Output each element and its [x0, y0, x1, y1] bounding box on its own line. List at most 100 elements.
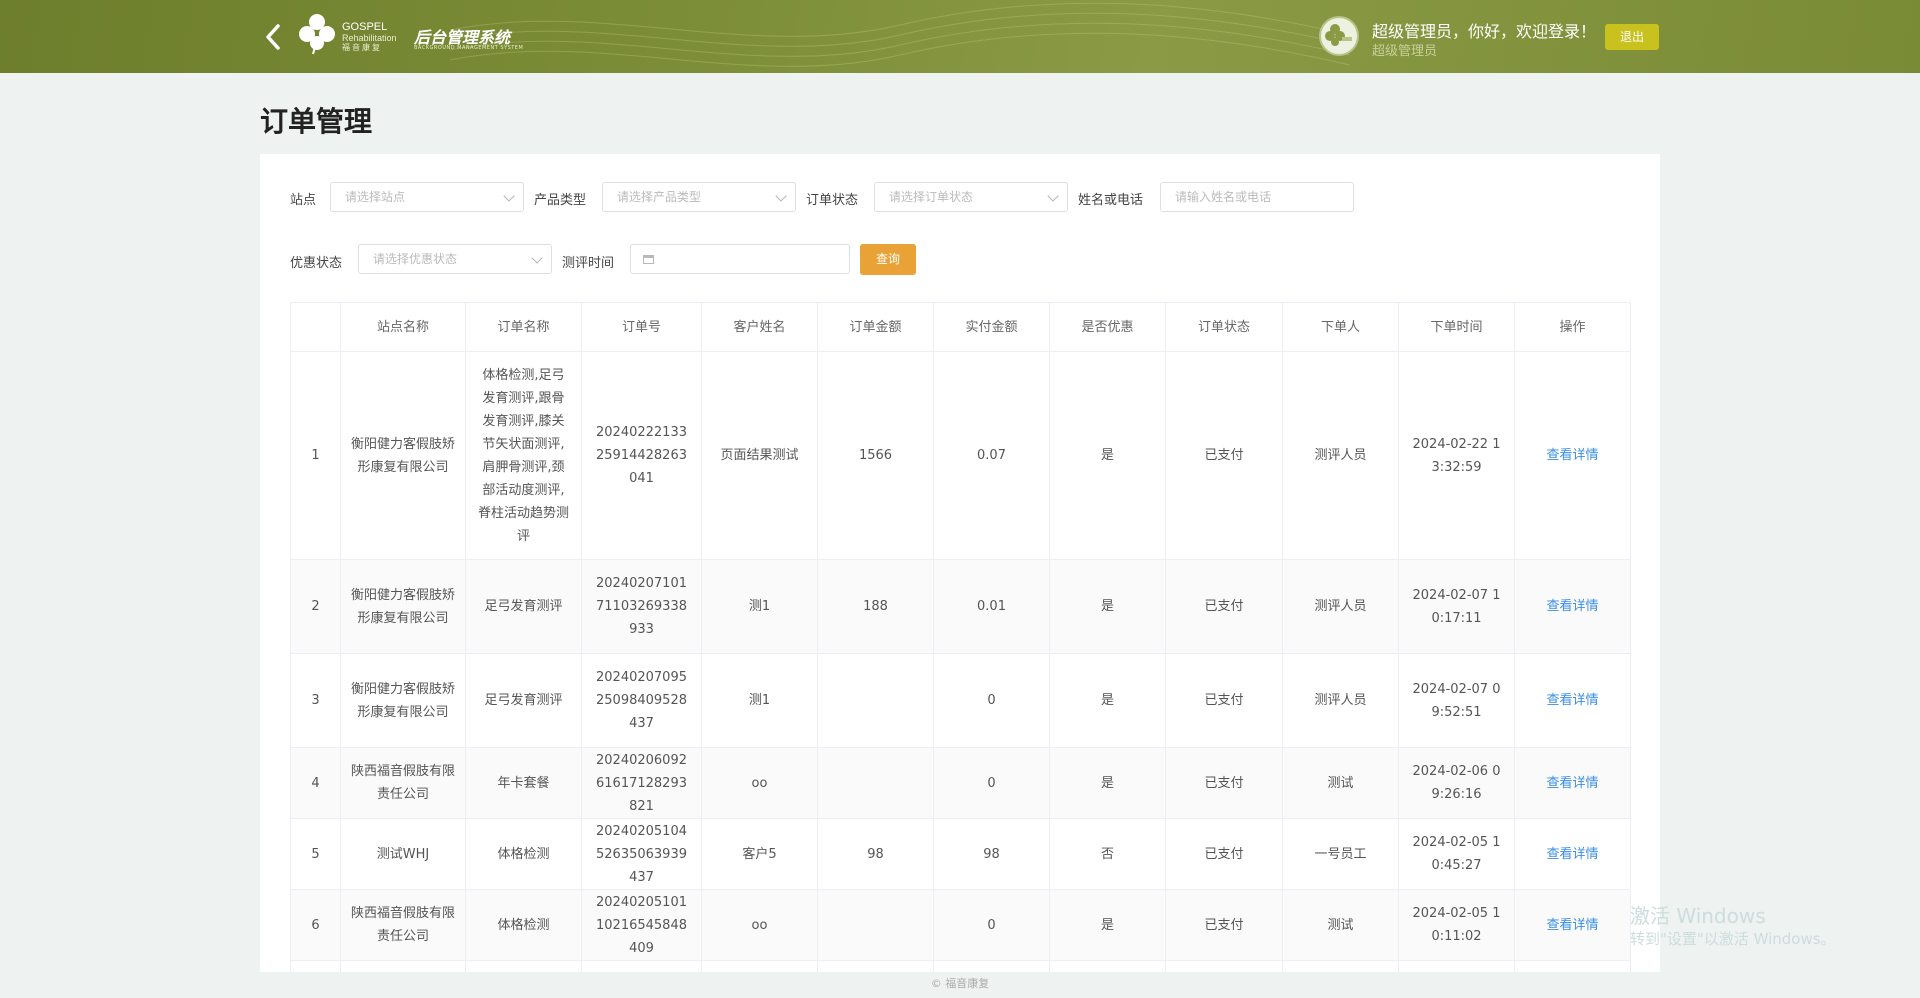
- discount-cell: 是: [1049, 889, 1166, 961]
- product-type-placeholder: 请选择产品类型: [617, 190, 702, 204]
- row-number: 6: [290, 889, 341, 961]
- paid-cell: 0: [933, 747, 1050, 819]
- view-details-link[interactable]: 查看详情: [1514, 818, 1631, 890]
- view-details-link[interactable]: 查看详情: [1514, 653, 1631, 748]
- site-name-cell: 陕西福音假肢有限责任公司: [340, 747, 466, 819]
- table-header-row: 站点名称 订单名称 订单号 客户姓名 订单金额 实付金额 是否优惠 订单状态 下…: [290, 302, 1631, 352]
- order-no-cell: 2024020710171103269338933: [581, 559, 702, 654]
- order-no-cell: 2024020709525098409528437: [581, 653, 702, 748]
- site-select-placeholder: 请选择站点: [345, 190, 406, 204]
- paid-cell: 0: [933, 653, 1050, 748]
- time-cell: 2024-02-07 09:52:51: [1398, 653, 1515, 748]
- column-header: 订单名称: [465, 302, 582, 352]
- column-header: 操作: [1514, 302, 1631, 352]
- order-no-cell: 2024022213325914428263041: [581, 351, 702, 560]
- row-number: 4: [290, 747, 341, 819]
- customer-cell: 测1: [701, 653, 818, 748]
- chevron-down-icon: [775, 190, 787, 202]
- view-details-link[interactable]: 查看详情: [1514, 889, 1631, 961]
- clover-logo-icon: [299, 14, 335, 54]
- orders-table: 站点名称 订单名称 订单号 客户姓名 订单金额 实付金额 是否优惠 订单状态 下…: [290, 302, 1631, 972]
- site-name-cell: 陕西福音假肢有限责任公司: [340, 889, 466, 961]
- table-row: 3 衡阳健力客假肢矫形康复有限公司 足弓发育测评 202402070952509…: [290, 653, 1631, 748]
- logout-button[interactable]: 退出: [1605, 24, 1659, 50]
- customer-cell: oo: [701, 889, 818, 961]
- windows-activation-watermark: 激活 Windows: [1630, 904, 1766, 928]
- site-label: 站点: [290, 193, 317, 208]
- order-panel: 站点 请选择站点 产品类型 请选择产品类型 订单状态 请选择订单状态 姓名或电话…: [260, 154, 1660, 972]
- user-role: 超级管理员: [1372, 44, 1438, 59]
- time-cell: 2024-02-05 10:11:02: [1398, 889, 1515, 961]
- top-bar: GOSPEL Rehabilitation 福音康复 后台管理系统 BACKGR…: [0, 0, 1920, 73]
- column-header: 站点名称: [340, 302, 466, 352]
- status-cell: 已支付: [1165, 889, 1283, 961]
- amount-cell: 98: [817, 818, 934, 890]
- paid-cell: 0.01: [933, 559, 1050, 654]
- discount-status-select[interactable]: 请选择优惠状态: [358, 244, 552, 274]
- eval-time-picker[interactable]: [630, 244, 850, 274]
- product-type-select[interactable]: 请选择产品类型: [602, 182, 796, 212]
- footer-copyright: © 福音康复: [930, 977, 990, 990]
- amount-cell: [817, 747, 934, 819]
- column-header: 订单金额: [817, 302, 934, 352]
- table-row: 6 陕西福音假肢有限责任公司 体格检测 20240205101102165458…: [290, 889, 1631, 961]
- product-type-label: 产品类型: [534, 193, 587, 208]
- customer-cell: oo: [701, 747, 818, 819]
- paid-cell: 0.07: [933, 351, 1050, 560]
- welcome-text: 超级管理员，你好，欢迎登录！: [1372, 22, 1597, 41]
- site-name-cell: 衡阳健力客假肢矫形康复有限公司: [340, 653, 466, 748]
- creator-cell: 测试: [1282, 889, 1399, 961]
- order-name-cell: 体格检测,足弓发育测评,跟骨发育测评,膝关节矢状面测评,肩胛骨测评,颈部活动度测…: [465, 351, 582, 560]
- back-arrow-icon[interactable]: [262, 22, 284, 52]
- column-header: [290, 302, 341, 352]
- status-cell: 已支付: [1165, 818, 1283, 890]
- order-name-cell: 体格检测: [465, 889, 582, 961]
- row-number: 3: [290, 653, 341, 748]
- discount-cell: 否: [1049, 818, 1166, 890]
- customer-cell: 客户5: [701, 818, 818, 890]
- row-number: 5: [290, 818, 341, 890]
- table-row: 5 测试WHJ 体格检测 2024020510452635063939437 客…: [290, 818, 1631, 890]
- site-name-cell: 衡阳健力客假肢矫形康复有限公司: [340, 559, 466, 654]
- column-header: 下单人: [1282, 302, 1399, 352]
- chevron-down-icon: [531, 252, 543, 264]
- table-row: [290, 960, 1631, 972]
- creator-cell: 测评人员: [1282, 351, 1399, 560]
- query-button[interactable]: 查询: [860, 244, 916, 275]
- view-details-link[interactable]: 查看详情: [1514, 559, 1631, 654]
- order-name-cell: 足弓发育测评: [465, 559, 582, 654]
- discount-cell: 是: [1049, 559, 1166, 654]
- name-phone-input[interactable]: 请输入姓名或电话: [1160, 182, 1354, 212]
- windows-activation-hint: 转到"设置"以激活 Windows。: [1630, 930, 1836, 948]
- amount-cell: 188: [817, 559, 934, 654]
- name-phone-placeholder: 请输入姓名或电话: [1175, 190, 1272, 204]
- customer-cell: 页面结果测试: [701, 351, 818, 560]
- page-title: 订单管理: [260, 105, 373, 138]
- logo-chinese-text: 福音康复: [342, 43, 382, 52]
- avatar[interactable]: [1319, 16, 1359, 56]
- creator-cell: 测评人员: [1282, 653, 1399, 748]
- table-row: 4 陕西福音假肢有限责任公司 年卡套餐 20240206092616171282…: [290, 747, 1631, 819]
- discount-cell: 是: [1049, 747, 1166, 819]
- view-details-link[interactable]: 查看详情: [1514, 351, 1631, 560]
- eval-time-label: 测评时间: [562, 256, 615, 271]
- order-status-placeholder: 请选择订单状态: [889, 190, 974, 204]
- logo-text: GOSPEL: [342, 21, 388, 33]
- table-row: 1 衡阳健力客假肢矫形康复有限公司 体格检测,足弓发育测评,跟骨发育测评,膝关节…: [290, 351, 1631, 560]
- time-cell: 2024-02-07 10:17:11: [1398, 559, 1515, 654]
- column-header: 订单号: [581, 302, 702, 352]
- amount-cell: [817, 889, 934, 961]
- view-details-link[interactable]: 查看详情: [1514, 747, 1631, 819]
- status-cell: 已支付: [1165, 653, 1283, 748]
- order-status-select[interactable]: 请选择订单状态: [874, 182, 1068, 212]
- discount-status-label: 优惠状态: [290, 256, 343, 271]
- order-no-cell: 2024020609261617128293821: [581, 747, 702, 819]
- time-cell: 2024-02-05 10:45:27: [1398, 818, 1515, 890]
- header-wave-decoration: [450, 2, 1350, 67]
- chevron-down-icon: [1047, 190, 1059, 202]
- paid-cell: 98: [933, 818, 1050, 890]
- order-no-cell: 2024020510452635063939437: [581, 818, 702, 890]
- site-select[interactable]: 请选择站点: [330, 182, 524, 212]
- discount-cell: 是: [1049, 351, 1166, 560]
- order-name-cell: 体格检测: [465, 818, 582, 890]
